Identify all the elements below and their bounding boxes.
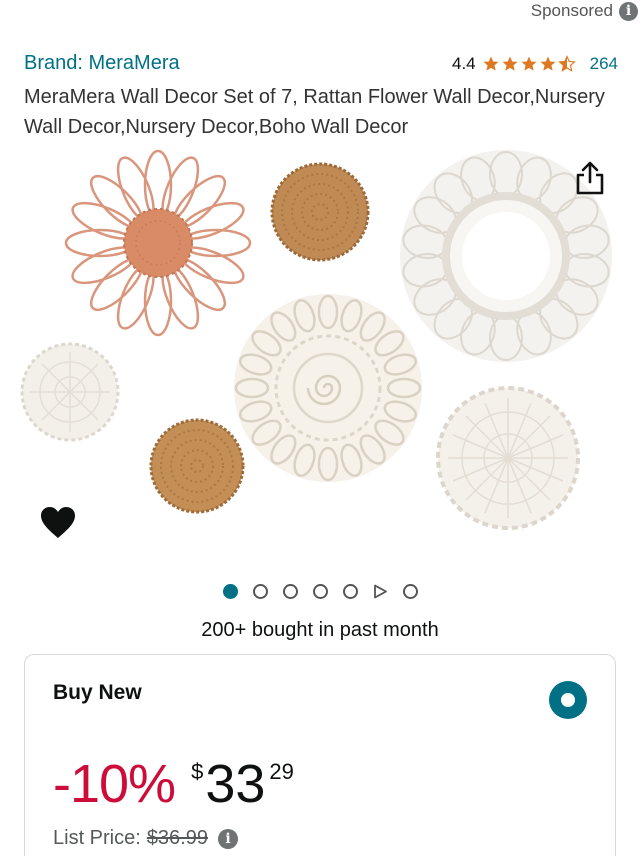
price-fraction: 29 <box>269 759 294 784</box>
product-title: MeraMera Wall Decor Set of 7, Rattan Flo… <box>24 86 605 138</box>
info-icon[interactable]: i <box>619 1 638 21</box>
carousel-dot[interactable] <box>402 584 418 599</box>
heart-icon[interactable] <box>40 506 76 540</box>
sponsored-label[interactable]: Sponsored i <box>531 0 638 22</box>
copper-flower-image <box>64 149 252 337</box>
cream-macrame-mandala-image <box>234 294 422 482</box>
buy-new-box[interactable]: Buy New -10% $ 33 29 List Price: $36.99 … <box>24 654 616 856</box>
star-icon <box>483 56 499 71</box>
video-play-icon[interactable] <box>373 584 388 599</box>
half-star-icon <box>557 54 576 72</box>
star-icon <box>540 56 556 71</box>
brand-rating-row: Brand: MeraMera 4.4 264 <box>24 52 618 75</box>
info-icon[interactable]: i <box>217 828 238 849</box>
list-price-value: $36.99 <box>146 827 208 849</box>
carousel-dot[interactable] <box>252 584 268 599</box>
price-currency: $ <box>191 759 204 784</box>
list-price-label: List Price: <box>53 827 141 849</box>
brown-woven-disc-image <box>270 162 370 262</box>
star-rating <box>482 54 576 73</box>
price-row: -10% $ 33 29 <box>53 753 294 815</box>
carousel-dot[interactable] <box>342 584 358 599</box>
carousel-dot[interactable] <box>282 584 298 599</box>
rating-value: 4.4 <box>451 53 476 73</box>
carousel-dot-active[interactable] <box>222 584 238 599</box>
product-image[interactable] <box>0 148 640 568</box>
white-woven-plate-image <box>436 386 580 530</box>
rating-summary[interactable]: 4.4 264 <box>452 54 618 74</box>
brown-woven-disc-small-image <box>149 418 245 514</box>
price-whole: 33 <box>205 754 266 814</box>
image-carousel-dots[interactable] <box>0 584 640 599</box>
radio-selected-indicator <box>561 693 575 707</box>
bought-count: 200+ bought in past month <box>201 619 439 641</box>
discount-percent: -10% <box>53 754 176 814</box>
white-woven-disc-image <box>20 342 120 442</box>
star-icon <box>502 56 518 71</box>
price: $ 33 29 <box>191 753 294 815</box>
sponsored-text: Sponsored <box>530 1 613 20</box>
list-price-row: List Price: $36.99 i <box>53 827 238 850</box>
buy-new-title: Buy New <box>53 681 142 704</box>
brand-link[interactable]: Brand: MeraMera <box>24 52 180 75</box>
star-icon <box>521 56 537 71</box>
rating-count: 264 <box>589 53 618 73</box>
carousel-dot[interactable] <box>312 584 328 599</box>
share-icon[interactable] <box>574 160 606 196</box>
buy-new-radio[interactable] <box>549 681 587 719</box>
